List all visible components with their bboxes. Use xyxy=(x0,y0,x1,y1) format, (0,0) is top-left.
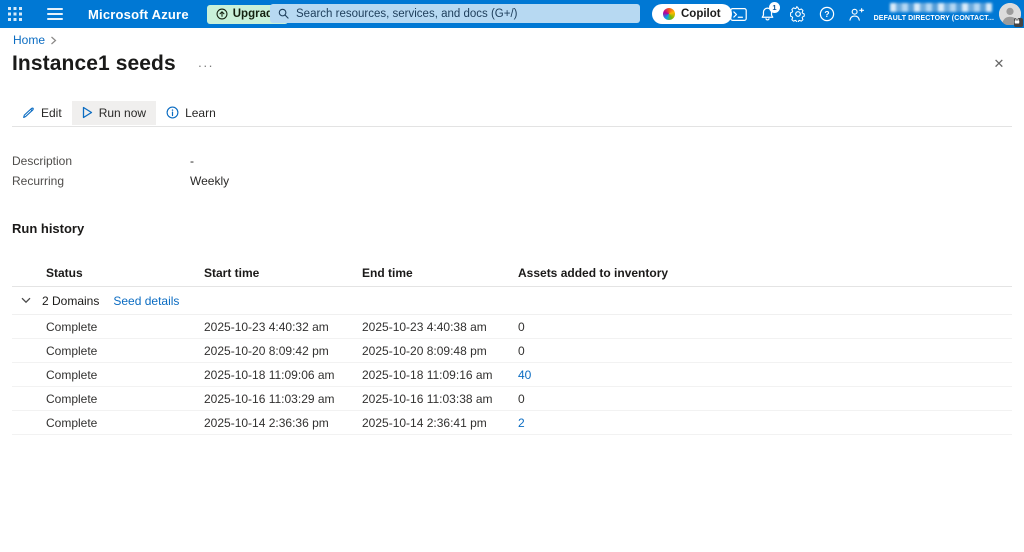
cell-end-time: 2025-10-16 11:03:38 am xyxy=(362,391,493,406)
table-row[interactable]: Complete 2025-10-18 11:09:06 am 2025-10-… xyxy=(12,363,1012,387)
seed-details-link[interactable]: Seed details xyxy=(113,294,179,308)
avatar[interactable] xyxy=(999,3,1023,27)
cell-start-time: 2025-10-14 2:36:36 pm xyxy=(204,415,329,430)
cell-assets: 0 xyxy=(518,391,525,406)
page-title: Instance1 seeds xyxy=(12,52,176,75)
cell-assets: 0 xyxy=(518,319,525,334)
account-directory: DEFAULT DIRECTORY (CONTACT... xyxy=(873,15,994,22)
recurring-value: Weekly xyxy=(190,174,230,188)
cell-status: Complete xyxy=(46,319,98,334)
search-icon xyxy=(278,8,289,19)
help-icon: ? xyxy=(819,6,835,22)
copilot-label: Copilot xyxy=(681,8,721,20)
cloud-shell-button[interactable] xyxy=(724,0,752,28)
description-label: Description xyxy=(12,154,73,168)
pencil-icon xyxy=(23,107,34,118)
cell-start-time: 2025-10-16 11:03:29 am xyxy=(204,391,335,406)
cell-start-time: 2025-10-23 4:40:32 am xyxy=(204,319,329,334)
notifications-button[interactable]: 1 xyxy=(753,0,781,28)
chevron-down-icon[interactable] xyxy=(20,295,32,307)
settings-button[interactable] xyxy=(784,0,812,28)
brand-title[interactable]: Microsoft Azure xyxy=(88,7,189,22)
cell-start-time: 2025-10-18 11:09:06 am xyxy=(204,367,335,382)
cell-assets-link[interactable]: 40 xyxy=(518,368,1012,382)
description-row: Description - xyxy=(12,151,229,171)
run-now-button[interactable]: Run now xyxy=(71,100,157,125)
cell-start-time: 2025-10-20 8:09:42 pm xyxy=(204,343,329,358)
notification-badge: 1 xyxy=(769,2,780,13)
breadcrumb-home-link[interactable]: Home xyxy=(13,33,45,47)
play-icon xyxy=(82,106,92,119)
page-title-row: Instance1 seeds ··· xyxy=(12,50,1012,78)
hamburger-icon xyxy=(47,8,63,20)
account-menu[interactable]: DEFAULT DIRECTORY (CONTACT... xyxy=(864,0,996,28)
top-bar: Microsoft Azure Upgrade Copilot xyxy=(0,0,1024,28)
description-value: - xyxy=(190,154,194,168)
breadcrumb-chevron-icon xyxy=(51,36,57,44)
group-row-domains[interactable]: 2 Domains Seed details xyxy=(12,287,1012,315)
copilot-logo-icon xyxy=(663,8,675,20)
help-button[interactable]: ? xyxy=(813,0,841,28)
run-now-label: Run now xyxy=(98,105,147,120)
global-search[interactable] xyxy=(270,4,640,23)
info-icon xyxy=(166,106,179,119)
cell-status: Complete xyxy=(46,367,98,382)
group-label: 2 Domains xyxy=(42,293,100,308)
properties: Description - Recurring Weekly xyxy=(12,151,229,191)
breadcrumb: Home xyxy=(13,33,57,47)
column-start-time[interactable]: Start time xyxy=(204,266,362,280)
lock-icon xyxy=(1014,18,1023,27)
close-blade-button[interactable]: ✕ xyxy=(990,55,1008,73)
gear-icon xyxy=(790,6,805,22)
table-row[interactable]: Complete 2025-10-23 4:40:32 am 2025-10-2… xyxy=(12,315,1012,339)
account-name-redacted xyxy=(890,3,992,12)
copilot-button[interactable]: Copilot xyxy=(652,4,732,24)
cell-assets: 0 xyxy=(518,343,525,358)
column-status[interactable]: Status xyxy=(46,266,204,280)
waffle-grid-icon xyxy=(8,7,22,21)
run-history-heading: Run history xyxy=(12,221,85,236)
recurring-label: Recurring xyxy=(12,174,65,188)
upgrade-arrow-icon xyxy=(216,8,228,20)
app-launcher-icon[interactable] xyxy=(0,0,30,28)
table-header-row: Status Start time End time Assets added … xyxy=(12,260,1012,287)
cell-end-time: 2025-10-14 2:36:41 pm xyxy=(362,415,487,430)
feedback-person-icon xyxy=(848,7,864,21)
column-assets[interactable]: Assets added to inventory xyxy=(518,266,1012,280)
learn-label: Learn xyxy=(185,105,216,120)
cell-status: Complete xyxy=(46,343,98,358)
title-more-button[interactable]: ··· xyxy=(198,57,214,72)
search-input[interactable] xyxy=(296,7,632,20)
column-end-time[interactable]: End time xyxy=(362,266,518,280)
cell-status: Complete xyxy=(46,391,98,406)
learn-button[interactable]: Learn xyxy=(156,101,226,125)
recurring-row: Recurring Weekly xyxy=(12,171,229,191)
cell-end-time: 2025-10-23 4:40:38 am xyxy=(362,319,487,334)
toolbar-divider xyxy=(12,126,1012,127)
run-history-table: Status Start time End time Assets added … xyxy=(12,260,1012,435)
table-row[interactable]: Complete 2025-10-16 11:03:29 am 2025-10-… xyxy=(12,387,1012,411)
table-row[interactable]: Complete 2025-10-14 2:36:36 pm 2025-10-1… xyxy=(12,411,1012,435)
svg-text:?: ? xyxy=(824,9,829,19)
cell-status: Complete xyxy=(46,415,98,430)
menu-hamburger-icon[interactable] xyxy=(38,0,72,28)
cell-end-time: 2025-10-18 11:09:16 am xyxy=(362,367,493,382)
azure-portal-page: Microsoft Azure Upgrade Copilot xyxy=(0,0,1024,552)
edit-label: Edit xyxy=(41,105,62,120)
table-row[interactable]: Complete 2025-10-20 8:09:42 pm 2025-10-2… xyxy=(12,339,1012,363)
edit-button[interactable]: Edit xyxy=(12,101,72,125)
cell-assets-link[interactable]: 2 xyxy=(518,416,1012,430)
command-bar: Edit Run now Learn xyxy=(12,100,226,125)
cloud-shell-icon xyxy=(729,7,747,21)
cell-end-time: 2025-10-20 8:09:48 pm xyxy=(362,343,487,358)
